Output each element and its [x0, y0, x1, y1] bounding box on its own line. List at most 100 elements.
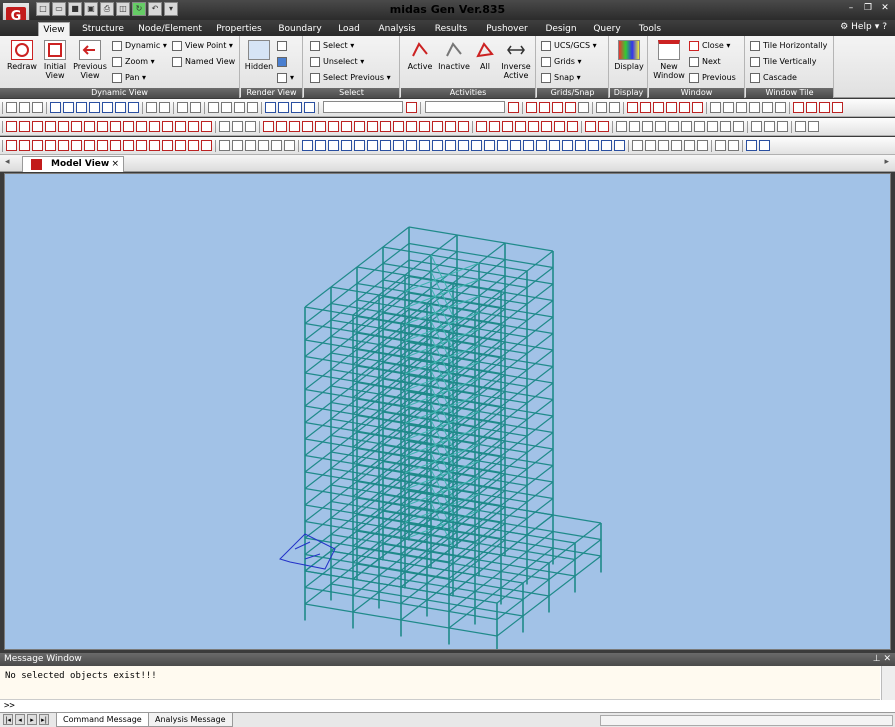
toolbar-tool-icon[interactable]	[640, 102, 651, 113]
scroll-right-icon[interactable]: ▸	[884, 157, 889, 167]
redraw-button[interactable]: Redraw	[6, 40, 38, 71]
toolbar-tool-icon[interactable]	[123, 121, 134, 132]
toolbar-tool-icon[interactable]	[115, 102, 126, 113]
command-input[interactable]: >>	[0, 700, 895, 712]
tab-view[interactable]: View	[38, 22, 70, 36]
toolbar-tool-icon[interactable]	[341, 121, 352, 132]
toolbar-tool-icon[interactable]	[19, 121, 30, 132]
toolbar-tool-icon[interactable]	[32, 102, 43, 113]
toolbar-tool-icon[interactable]	[515, 121, 526, 132]
tile-horizontally-button[interactable]: Tile Horizontally	[750, 39, 827, 52]
minimize-icon[interactable]: –	[843, 1, 859, 15]
toolbar-tool-icon[interactable]	[616, 121, 627, 132]
toolbar-tool-icon[interactable]	[536, 140, 547, 151]
toolbar-tool-icon[interactable]	[175, 140, 186, 151]
toolbar-tool-icon[interactable]	[793, 102, 804, 113]
toolbar-tool-icon[interactable]	[552, 102, 563, 113]
toolbar-tool-icon[interactable]	[751, 121, 762, 132]
dynamic-button[interactable]: Dynamic ▾	[112, 39, 167, 52]
tab-query[interactable]: Query	[590, 22, 624, 36]
toolbar-tool-icon[interactable]	[684, 140, 695, 151]
toolbar-tool-icon[interactable]	[102, 102, 113, 113]
toolbar-tool-icon[interactable]	[63, 102, 74, 113]
toolbar-tool-icon[interactable]	[642, 121, 653, 132]
toolbar-tool-icon[interactable]	[697, 140, 708, 151]
toolbar-tool-icon[interactable]	[406, 121, 417, 132]
toolbar-tool-icon[interactable]	[627, 102, 638, 113]
toolbar-tool-icon[interactable]	[775, 102, 786, 113]
toolbar-tool-icon[interactable]	[84, 140, 95, 151]
toolbar-tool-icon[interactable]	[614, 140, 625, 151]
toolbar-tool-icon[interactable]	[328, 121, 339, 132]
toolbar-tool-icon[interactable]	[341, 140, 352, 151]
render-wire-button[interactable]	[277, 39, 290, 52]
snap-button[interactable]: Snap ▾	[541, 71, 581, 84]
toolbar-tool-icon[interactable]	[629, 121, 640, 132]
toolbar-tool-icon[interactable]	[489, 121, 500, 132]
toolbar-tool-icon[interactable]	[149, 140, 160, 151]
toolbar-tool-icon[interactable]	[502, 121, 513, 132]
toolbar-tool-icon[interactable]	[645, 140, 656, 151]
hidden-button[interactable]: Hidden	[244, 40, 274, 71]
toolbar-tool-icon[interactable]	[89, 102, 100, 113]
toolbar-tool-icon[interactable]	[497, 140, 508, 151]
toolbar-tool-icon[interactable]	[221, 102, 232, 113]
toolbar-tool-icon[interactable]	[354, 121, 365, 132]
toolbar-tool-icon[interactable]	[19, 140, 30, 151]
toolbar-tool-icon[interactable]	[471, 140, 482, 151]
grids-button[interactable]: Grids ▾	[541, 55, 582, 68]
view-point-button[interactable]: View Point ▾	[172, 39, 233, 52]
toolbar-tool-icon[interactable]	[175, 121, 186, 132]
toolbar-tool-icon[interactable]	[315, 140, 326, 151]
tab-results[interactable]: Results	[430, 22, 472, 36]
toolbar-tool-icon[interactable]	[562, 140, 573, 151]
help-icon[interactable]: ?	[882, 22, 887, 32]
toolbar-tool-icon[interactable]	[832, 102, 843, 113]
toolbar-tool-icon[interactable]	[419, 140, 430, 151]
toolbar-tool-icon[interactable]	[284, 140, 295, 151]
toolbar-tool-icon[interactable]	[232, 121, 243, 132]
toolbar-tool-icon[interactable]	[526, 102, 537, 113]
last-tab-icon[interactable]: ▸|	[39, 714, 49, 725]
message-close-icon[interactable]: ✕	[883, 654, 891, 664]
cascade-button[interactable]: Cascade	[750, 71, 797, 84]
toolbar-tool-icon[interactable]	[692, 102, 703, 113]
toolbar-tool-icon[interactable]	[510, 140, 521, 151]
toolbar-tool-icon[interactable]	[777, 121, 788, 132]
toolbar-tool-icon[interactable]	[632, 140, 643, 151]
toolbar-tool-icon[interactable]	[354, 140, 365, 151]
toolbar-tool-icon[interactable]	[585, 121, 596, 132]
toolbar-tool-icon[interactable]	[653, 102, 664, 113]
render-globe-button[interactable]: ▾	[277, 71, 294, 84]
tile-vertically-button[interactable]: Tile Vertically	[750, 55, 816, 68]
toolbar-tool-icon[interactable]	[45, 140, 56, 151]
toolbar-tool-icon[interactable]	[567, 121, 578, 132]
toolbar-tool-icon[interactable]	[445, 140, 456, 151]
display-button[interactable]: Display	[613, 40, 645, 71]
toolbar-tool-icon[interactable]	[245, 121, 256, 132]
all-button[interactable]: All	[473, 40, 497, 71]
toolbar-tool-icon[interactable]	[162, 140, 173, 151]
toolbar-tool-icon[interactable]	[588, 140, 599, 151]
toolbar-tool-icon[interactable]	[276, 121, 287, 132]
toolbar-tool-icon[interactable]	[393, 121, 404, 132]
toolbar-tool-icon[interactable]	[234, 102, 245, 113]
toolbar-tool-icon[interactable]	[806, 102, 817, 113]
toolbar-tool-icon[interactable]	[201, 140, 212, 151]
toolbar-tool-icon[interactable]	[50, 102, 61, 113]
toolbar-tool-icon[interactable]	[596, 102, 607, 113]
toolbar-tool-icon[interactable]	[110, 140, 121, 151]
toolbar-tool-icon[interactable]	[432, 121, 443, 132]
toolbar-tool-icon[interactable]	[32, 121, 43, 132]
toolbar-tool-icon[interactable]	[247, 102, 258, 113]
toolbar-tool-icon[interactable]	[393, 140, 404, 151]
toolbar-tool-icon[interactable]	[76, 102, 87, 113]
toolbar-tool-icon[interactable]	[715, 140, 726, 151]
toolbar-tool-icon[interactable]	[304, 102, 315, 113]
toolbar-tool-icon[interactable]	[601, 140, 612, 151]
toolbar-tool-icon[interactable]	[177, 102, 188, 113]
toolbar-tool-icon[interactable]	[328, 140, 339, 151]
toolbar-tool-icon[interactable]	[71, 121, 82, 132]
pan-button[interactable]: Pan ▾	[112, 71, 146, 84]
toolbar-tool-icon[interactable]	[539, 102, 550, 113]
